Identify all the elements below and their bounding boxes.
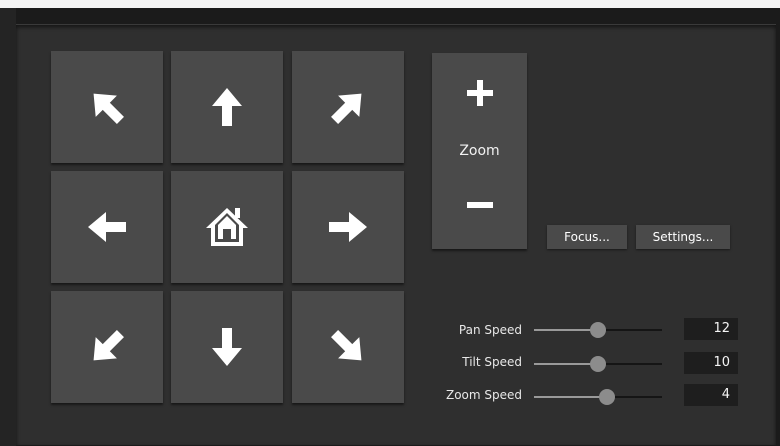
- pan-down-left-button[interactable]: [51, 291, 163, 403]
- focus-button[interactable]: Focus...: [547, 225, 627, 249]
- tilt-speed-slider-thumb[interactable]: [590, 356, 606, 372]
- zoom-out-button[interactable]: [432, 175, 527, 235]
- tilt-speed-value[interactable]: 10: [684, 352, 738, 374]
- arrow-right-icon: [329, 212, 367, 242]
- pan-up-right-button[interactable]: [292, 51, 404, 163]
- zoom-speed-value[interactable]: 4: [684, 384, 738, 406]
- zoom-speed-label: Zoom Speed: [445, 388, 522, 402]
- home-icon: [206, 208, 248, 246]
- pan-speed-slider-thumb[interactable]: [590, 322, 606, 338]
- zoom-label: Zoom: [459, 143, 500, 159]
- pan-up-left-button[interactable]: [51, 51, 163, 163]
- home-button[interactable]: [171, 171, 283, 283]
- pan-speed-label: Pan Speed: [458, 323, 522, 337]
- top-bar: [0, 0, 780, 8]
- zoom-control: Zoom: [432, 53, 527, 249]
- arrow-down-left-icon: [93, 330, 124, 361]
- zoom-speed-track[interactable]: [534, 396, 662, 398]
- arrow-up-right-icon: [331, 93, 362, 124]
- tilt-up-button[interactable]: [171, 51, 283, 163]
- pan-speed-value[interactable]: 12: [684, 318, 738, 340]
- arrow-down-icon: [212, 328, 242, 366]
- pan-speed-fill: [534, 329, 598, 331]
- left-strip: [0, 8, 16, 446]
- tilt-speed-fill: [534, 363, 598, 365]
- plus-icon: [466, 80, 493, 106]
- pan-left-button[interactable]: [51, 171, 163, 283]
- zoom-in-button[interactable]: [432, 63, 527, 123]
- minus-icon: [466, 202, 493, 208]
- arrow-down-right-icon: [331, 330, 362, 361]
- pan-right-button[interactable]: [292, 171, 404, 283]
- zoom-speed-slider-thumb[interactable]: [599, 389, 615, 405]
- zoom-speed-fill: [534, 396, 607, 398]
- arrow-up-icon: [212, 88, 242, 126]
- tilt-speed-label: Tilt Speed: [462, 355, 522, 369]
- settings-button[interactable]: Settings...: [636, 225, 730, 249]
- tilt-down-button[interactable]: [171, 291, 283, 403]
- pan-down-right-button[interactable]: [292, 291, 404, 403]
- arrow-up-left-icon: [93, 93, 124, 124]
- arrow-left-icon: [88, 212, 126, 242]
